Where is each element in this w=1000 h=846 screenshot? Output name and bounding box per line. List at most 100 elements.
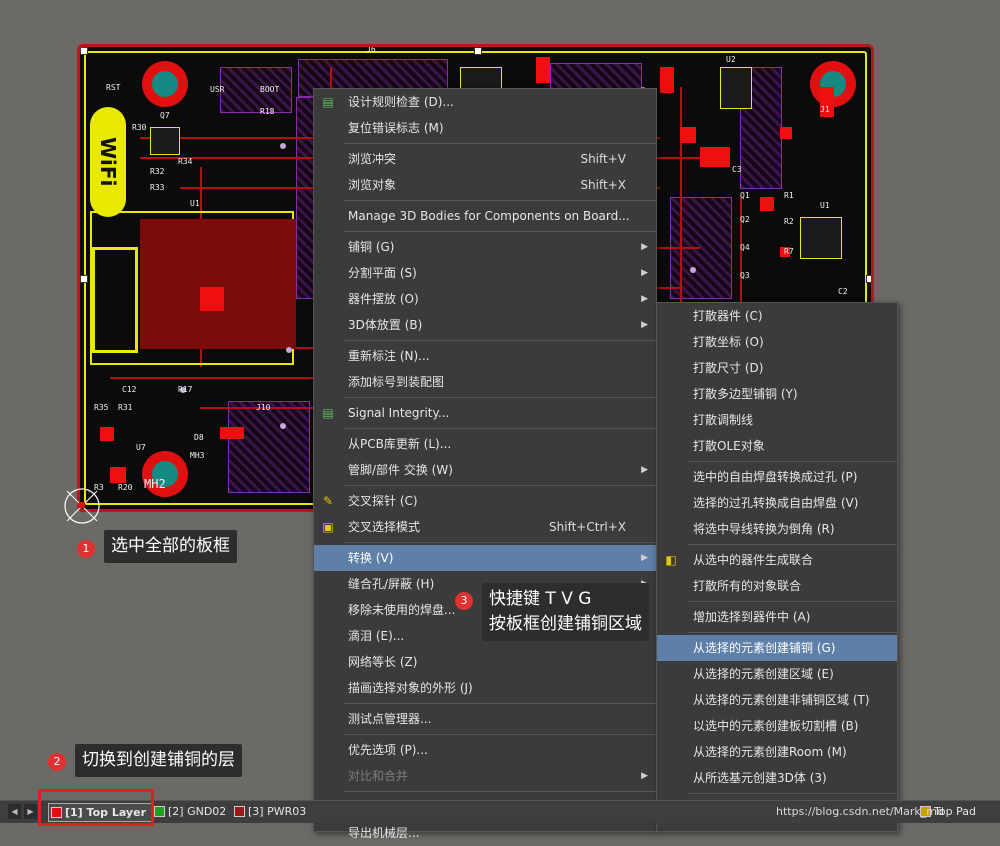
menu-item-打散ole对象[interactable]: 打散OLE对象 bbox=[657, 433, 897, 459]
menu-item-打散多边型铺铜[interactable]: 打散多边型铺铜 (Y) bbox=[657, 381, 897, 407]
menu-separator bbox=[344, 231, 656, 232]
step-note-3: 快捷键 T V G 按板框创建铺铜区域 bbox=[482, 583, 649, 641]
menu-separator bbox=[687, 461, 897, 462]
silk-label: C12 bbox=[122, 385, 137, 394]
menu-item-从选择的元素创建room[interactable]: 从选择的元素创建Room (M) bbox=[657, 739, 897, 765]
submenu-arrow-icon: ▶ bbox=[641, 465, 648, 475]
menu-item-label: Signal Integrity... bbox=[348, 406, 450, 420]
menu-shortcut: Shift+Ctrl+X bbox=[549, 520, 626, 534]
menu-item-打散调制线[interactable]: 打散调制线 bbox=[657, 407, 897, 433]
menu-item-从选中的器件生成联合[interactable]: ◧ 从选中的器件生成联合 bbox=[657, 547, 897, 573]
crosshair-cursor-icon bbox=[64, 488, 100, 524]
menu-item-打散所有的对象联合[interactable]: 打散所有的对象联合 bbox=[657, 573, 897, 599]
convert-submenu[interactable]: 打散器件 (C) 打散坐标 (O) 打散尺寸 (D) 打散多边型铺铜 (Y) 打散调制线… bbox=[656, 302, 898, 832]
selection-handle[interactable] bbox=[474, 47, 482, 55]
silk-label: R35 bbox=[94, 403, 109, 412]
menu-item-从选择的元素创建区域[interactable]: 从选择的元素创建区域 (E) bbox=[657, 661, 897, 687]
menu-separator bbox=[344, 703, 656, 704]
menu-item-label: 打散所有的对象联合 bbox=[693, 579, 802, 593]
layer-tab-gnd02[interactable]: [2] GND02 bbox=[152, 803, 226, 820]
menu-item-管脚-部件-交换[interactable]: 管脚/部件 交换 (W) ▶ bbox=[314, 457, 656, 483]
layer-scroll-left-icon[interactable]: ◀ bbox=[8, 804, 21, 819]
pcb-context-menu[interactable]: ▤ 设计规则检查 (D)... 复位错误标志 (M) 浏览冲突 Shift+V 浏览对象 S… bbox=[313, 88, 657, 840]
step-badge-2: 2 bbox=[48, 753, 66, 771]
menu-item-选择的过孔转换成自由焊盘[interactable]: 选择的过孔转换成自由焊盘 (V) bbox=[657, 490, 897, 516]
menu-item-分割平面[interactable]: 分割平面 (S) ▶ bbox=[314, 260, 656, 286]
menu-item-交叉选择模式[interactable]: ▣ 交叉选择模式 Shift+Ctrl+X bbox=[314, 514, 656, 540]
menu-item-对比和合并: 对比和合并 ▶ bbox=[314, 763, 656, 789]
menu-separator bbox=[687, 601, 897, 602]
menu-item-重新标注[interactable]: 重新标注 (N)... bbox=[314, 343, 656, 369]
menu-item-label: 对比和合并 bbox=[348, 769, 409, 783]
copper-hatch-region bbox=[220, 67, 292, 113]
step-note-2: 切换到创建铺铜的层 bbox=[75, 744, 242, 777]
menu-item-将选中导线转换为倒角[interactable]: 将选中导线转换为倒角 (R) bbox=[657, 516, 897, 542]
submenu-arrow-icon: ▶ bbox=[641, 268, 648, 278]
menu-item-添加标号到装配图[interactable]: 添加标号到装配图 bbox=[314, 369, 656, 395]
menu-item-label: 从选择的元素创建Room (M) bbox=[693, 745, 847, 759]
step-note-1: 选中全部的板框 bbox=[104, 530, 237, 563]
menu-item-以选中的元素创建板切割槽[interactable]: 以选中的元素创建板切割槽 (B) bbox=[657, 713, 897, 739]
menu-item-交叉探针[interactable]: ✎ 交叉探针 (C) bbox=[314, 488, 656, 514]
menu-item-增加选择到器件中[interactable]: 增加选择到器件中 (A) bbox=[657, 604, 897, 630]
menu-item-label: 重新标注 (N)... bbox=[348, 349, 430, 363]
layer-highlight-box bbox=[38, 789, 154, 826]
step-badge-3: 3 bbox=[455, 592, 473, 610]
layer-scroll-right-icon[interactable]: ▶ bbox=[24, 804, 37, 819]
menu-item-label: 打散尺寸 (D) bbox=[693, 361, 764, 375]
wifi-logo: WiFi bbox=[90, 107, 126, 217]
menu-item-label: 浏览冲突 bbox=[348, 152, 397, 166]
menu-item-器件摆放[interactable]: 器件摆放 (O) ▶ bbox=[314, 286, 656, 312]
layer-tab-label: [2] GND02 bbox=[168, 805, 227, 818]
menu-item-label: 从选择的元素创建非铺铜区域 (T) bbox=[693, 693, 870, 707]
menu-item-导出机械层[interactable]: 导出机械层... bbox=[314, 820, 656, 846]
menu-item-signal-integrity[interactable]: ▤ Signal Integrity... bbox=[314, 400, 656, 426]
layer-tab-label: [3] PWR03 bbox=[248, 805, 307, 818]
silk-label: Q7 bbox=[160, 111, 170, 120]
selection-handle[interactable] bbox=[866, 275, 871, 283]
silk-label: RST bbox=[106, 83, 121, 92]
menu-item-选中的自由焊盘转换成过孔[interactable]: 选中的自由焊盘转换成过孔 (P) bbox=[657, 464, 897, 490]
menu-item-从pcb库更新[interactable]: 从PCB库更新 (L)... bbox=[314, 431, 656, 457]
menu-item-测试点管理器[interactable]: 测试点管理器... bbox=[314, 706, 656, 732]
layer-color-swatch bbox=[234, 806, 245, 817]
menu-item-label: 从PCB库更新 (L)... bbox=[348, 437, 452, 451]
silk-label: R30 bbox=[132, 123, 147, 132]
menu-item-从选择的元素创建铺铜[interactable]: 从选择的元素创建铺铜 (G) bbox=[657, 635, 897, 661]
menu-separator bbox=[687, 544, 897, 545]
menu-item-打散器件[interactable]: 打散器件 (C) bbox=[657, 303, 897, 329]
selection-handle[interactable] bbox=[80, 47, 88, 55]
silk-label: BOOT bbox=[260, 85, 280, 94]
drc-icon: ▤ bbox=[322, 95, 334, 109]
menu-item-manage-3d-bodies-for-components-on-board[interactable]: Manage 3D Bodies for Components on Board… bbox=[314, 203, 656, 229]
antenna-trace bbox=[92, 247, 138, 353]
menu-item-从选择的元素创建非铺铜区域[interactable]: 从选择的元素创建非铺铜区域 (T) bbox=[657, 687, 897, 713]
menu-item-打散坐标[interactable]: 打散坐标 (O) bbox=[657, 329, 897, 355]
silk-label: Q2 bbox=[740, 215, 750, 224]
menu-item-优先选项[interactable]: 优先选项 (P)... bbox=[314, 737, 656, 763]
menu-item-浏览冲突[interactable]: 浏览冲突 Shift+V bbox=[314, 146, 656, 172]
menu-item-描画选择对象的外形[interactable]: 描画选择对象的外形 (J) bbox=[314, 675, 656, 701]
menu-item-label: 从所选基元创建3D体 (3) bbox=[693, 771, 827, 785]
component-chip bbox=[800, 217, 842, 259]
silk-label: U2 bbox=[726, 55, 736, 64]
menu-item-label: 缝合孔/屏蔽 (H) bbox=[348, 577, 435, 591]
menu-item-设计规则检查[interactable]: ▤ 设计规则检查 (D)... bbox=[314, 89, 656, 115]
silk-label: K2 bbox=[484, 47, 494, 48]
menu-item-label: 打散坐标 (O) bbox=[693, 335, 764, 349]
menu-separator bbox=[344, 340, 656, 341]
silk-label: R31 bbox=[118, 403, 133, 412]
menu-item-铺铜[interactable]: 铺铜 (G) ▶ bbox=[314, 234, 656, 260]
menu-item-打散尺寸[interactable]: 打散尺寸 (D) bbox=[657, 355, 897, 381]
layer-tab-pwr03[interactable]: [3] PWR03 bbox=[232, 803, 306, 820]
menu-item-复位错误标志[interactable]: 复位错误标志 (M) bbox=[314, 115, 656, 141]
selection-handle[interactable] bbox=[80, 275, 88, 283]
menu-item-label: 器件摆放 (O) bbox=[348, 292, 419, 306]
menu-item-网络等长[interactable]: 网络等长 (Z) bbox=[314, 649, 656, 675]
menu-item-从所选基元创建3d体[interactable]: 从所选基元创建3D体 (3) bbox=[657, 765, 897, 791]
copper-hatch-region bbox=[228, 401, 310, 493]
menu-item-转换[interactable]: 转换 (V) ▶ bbox=[314, 545, 656, 571]
menu-separator bbox=[344, 143, 656, 144]
menu-item-浏览对象[interactable]: 浏览对象 Shift+X bbox=[314, 172, 656, 198]
menu-item-3d体放置[interactable]: 3D体放置 (B) ▶ bbox=[314, 312, 656, 338]
